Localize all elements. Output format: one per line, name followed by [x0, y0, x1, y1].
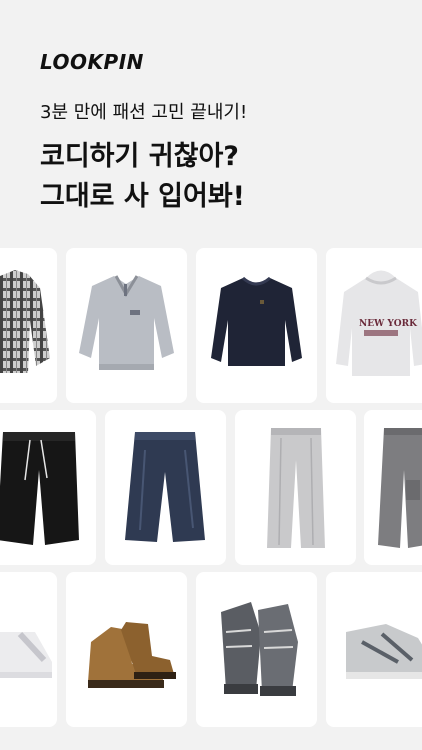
brown-boots-icon — [88, 622, 176, 688]
headline: 코디하기 귀찮아? 그대로 사 입어봐! — [40, 137, 245, 217]
tops-row: NEW YORK — [0, 248, 422, 403]
bottoms-row — [0, 410, 422, 565]
product-card[interactable] — [196, 572, 317, 727]
silver-runner-icon — [346, 624, 422, 679]
hoodie-icon: NEW YORK — [336, 270, 422, 376]
lookpin-logo: LOOKPIN — [40, 50, 144, 74]
product-card[interactable] — [0, 410, 96, 565]
plaid-shirt-icon — [0, 270, 50, 373]
subline-text: 3분 만에 패션 고민 끝내기! — [40, 102, 248, 123]
product-card[interactable] — [326, 572, 422, 727]
cargo-pants-icon — [378, 428, 422, 548]
black-pants-icon — [0, 432, 79, 545]
hero-header: LOOKPIN 3분 만에 패션 고민 끝내기! 코디하기 귀찮아? 그대로 사… — [0, 0, 422, 245]
product-card[interactable] — [66, 248, 187, 403]
product-card[interactable] — [0, 572, 57, 727]
product-card[interactable]: NEW YORK — [326, 248, 422, 403]
grey-chunky-sneakers-icon — [221, 602, 298, 696]
grey-sweatshirt-icon — [79, 275, 174, 370]
product-card[interactable] — [105, 410, 226, 565]
headline-line-2: 그대로 사 입어봐! — [40, 181, 245, 212]
product-card[interactable] — [235, 410, 356, 565]
navy-sweater-icon — [211, 276, 302, 366]
white-sneaker-icon — [0, 631, 52, 678]
denim-pants-icon — [125, 432, 205, 542]
shoes-row — [0, 572, 422, 727]
grey-slacks-icon — [267, 428, 325, 548]
product-card[interactable] — [364, 410, 422, 565]
headline-line-1: 코디하기 귀찮아? — [40, 141, 239, 172]
product-card[interactable] — [0, 248, 57, 403]
product-card[interactable] — [66, 572, 187, 727]
hoodie-print: NEW YORK — [359, 319, 418, 329]
product-card[interactable] — [196, 248, 317, 403]
